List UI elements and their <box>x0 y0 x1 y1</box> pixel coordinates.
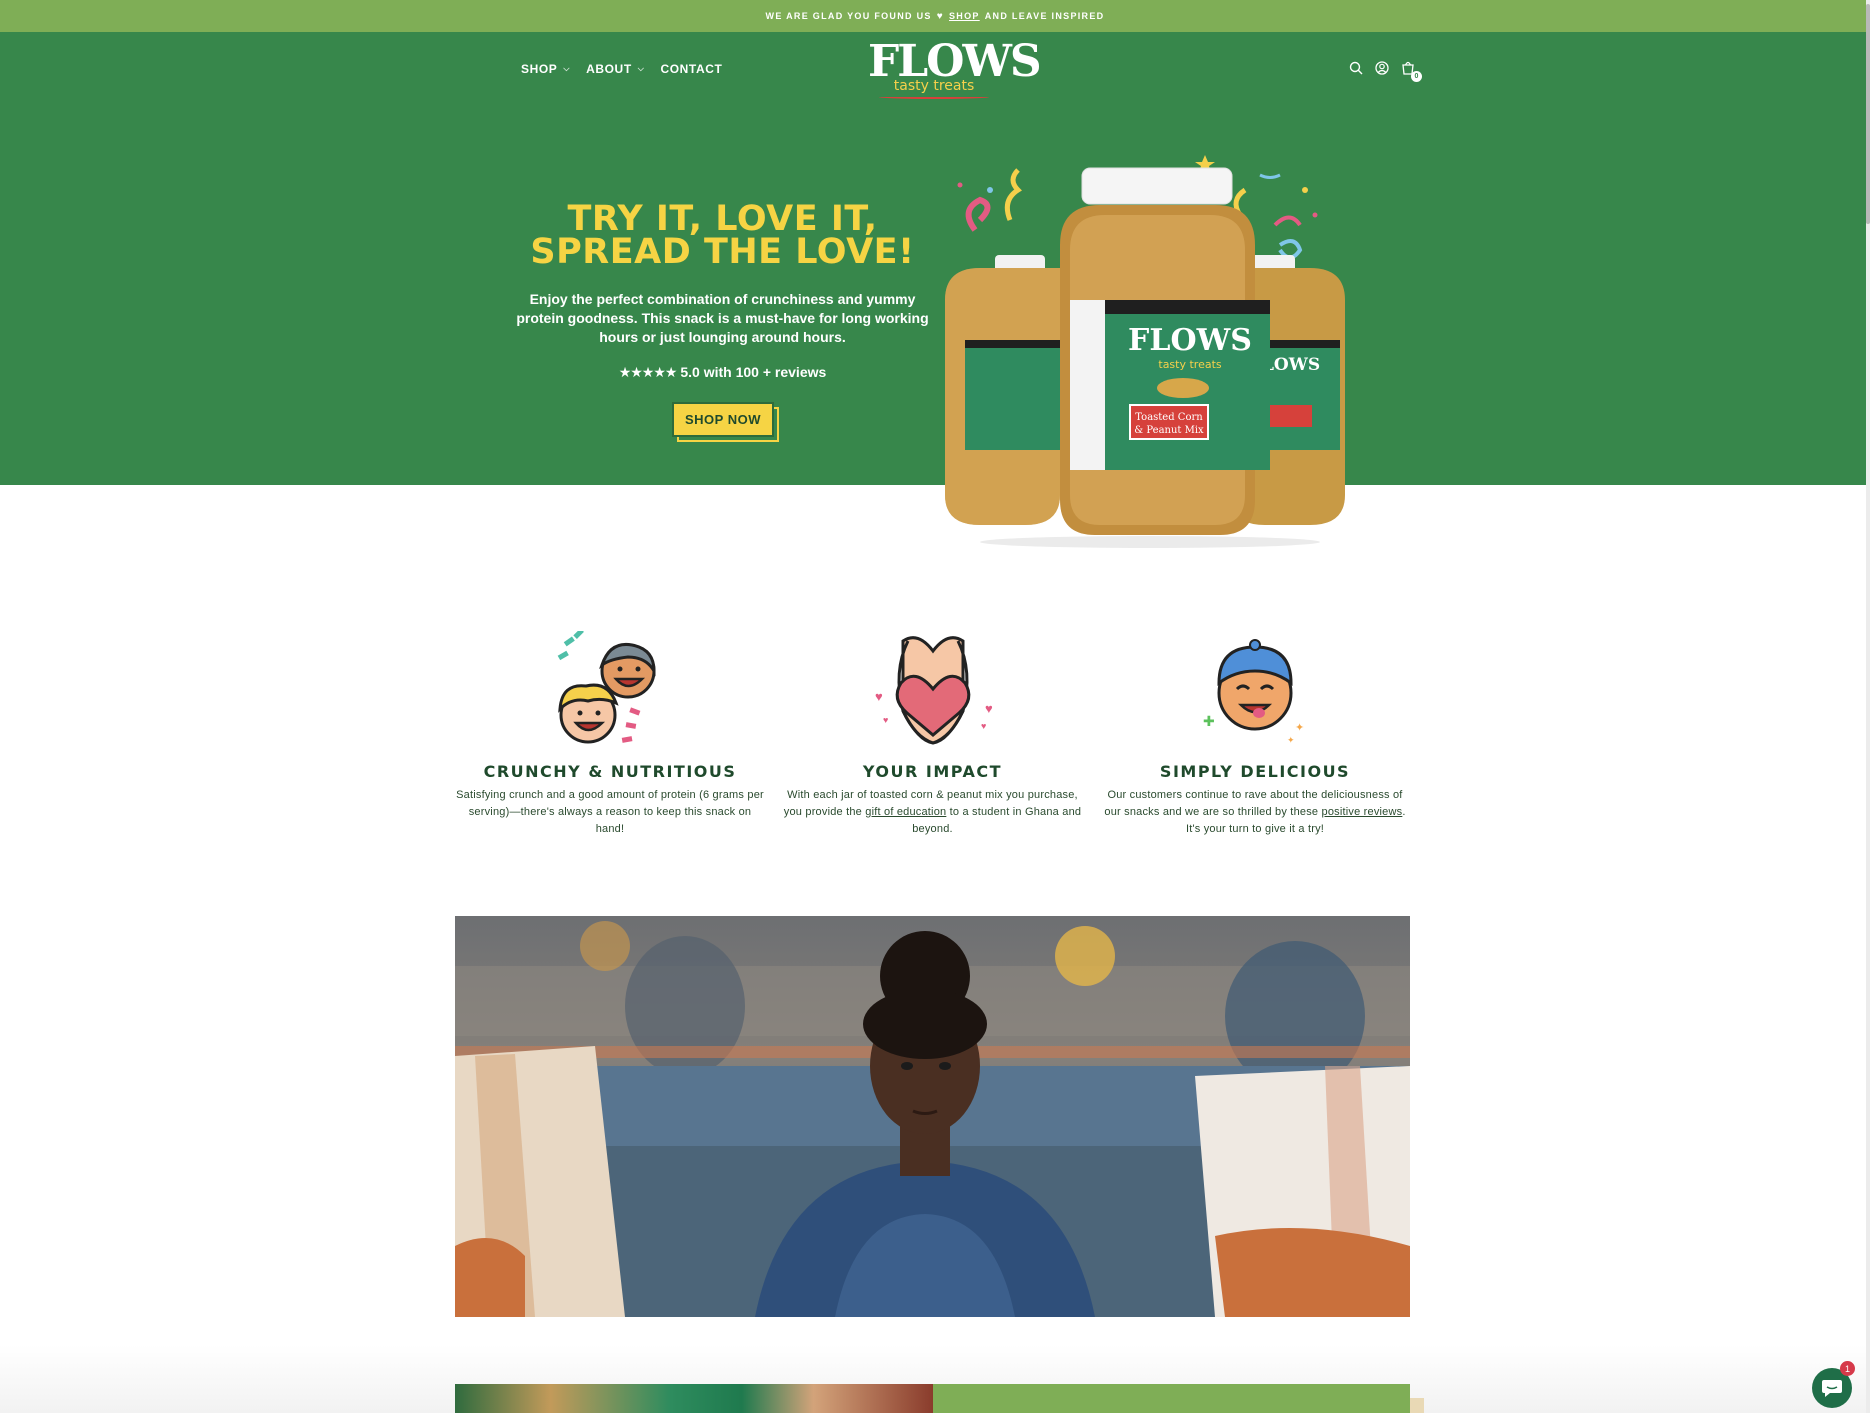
nav-item-label: ABOUT <box>586 62 632 76</box>
svg-text:♥: ♥ <box>985 701 993 716</box>
svg-text:✦: ✦ <box>1295 722 1304 734</box>
star-rating-icon: ★★★★★ <box>618 364 678 380</box>
gift-of-education-link[interactable]: gift of education <box>865 806 946 818</box>
main-nav: SHOP ⌵ ABOUT ⌵ CONTACT <box>521 62 722 76</box>
cart-icon[interactable]: 0 <box>1400 60 1422 82</box>
nav-item-about[interactable]: ABOUT ⌵ <box>586 62 644 76</box>
header-actions: 0 <box>1348 60 1422 82</box>
feature-crunchy: CRUNCHY & NUTRITIOUS Satisfying crunch a… <box>455 624 765 838</box>
search-icon[interactable] <box>1348 60 1364 76</box>
nav-item-shop[interactable]: SHOP ⌵ <box>521 62 570 76</box>
feature-text: Satisfying crunch and a good amount of p… <box>456 789 764 835</box>
scrollbar-thumb[interactable] <box>1866 4 1870 224</box>
chat-notification-badge: 1 <box>1840 1361 1855 1376</box>
heart-hands-icon: ♥ ♥ ♥ ♥ <box>778 624 1088 749</box>
page-scrollbar[interactable] <box>1866 0 1870 1413</box>
chat-bubble-icon <box>1822 1380 1842 1397</box>
announcement-bar: WE ARE GLAD YOU FOUND US ♥ SHOP AND LEAV… <box>0 0 1870 32</box>
svg-text:✦: ✦ <box>1287 735 1295 745</box>
feature-title: YOUR IMPACT <box>862 762 1003 781</box>
shop-now-button[interactable]: SHOP NOW <box>672 402 774 437</box>
jar-center-name-1: Toasted Corn <box>1135 412 1203 423</box>
cart-count-badge: 0 <box>1411 71 1422 82</box>
rating-text: 5.0 with 100 + reviews <box>680 364 827 380</box>
chevron-down-icon: ⌵ <box>637 64 645 73</box>
panel-edge <box>1410 1398 1424 1413</box>
jar-left <box>945 255 1060 525</box>
announcement-text-before: WE ARE GLAD YOU FOUND US <box>765 11 932 21</box>
svg-text:♥: ♥ <box>875 689 883 704</box>
yummy-face-icon: ✚ ✦ ✦ <box>1100 624 1410 749</box>
logo-wordmark: FLOWS <box>868 36 1042 87</box>
feature-impact: ♥ ♥ ♥ ♥ YOUR IMPACT With each jar of toa… <box>778 624 1088 838</box>
feature-text: Our customers continue to rave about the… <box>1100 787 1410 838</box>
hero-rating: ★★★★★ 5.0 with 100 + reviews <box>515 364 930 381</box>
product-photo-strip <box>455 1384 933 1413</box>
girl-on-sofa-photo <box>455 916 1410 1317</box>
feature-text: With each jar of toasted corn & peanut m… <box>778 787 1088 838</box>
brand-logo[interactable]: FLOWS tasty treats <box>868 36 1042 99</box>
svg-text:✚: ✚ <box>1203 713 1215 729</box>
svg-text:♥: ♥ <box>981 721 986 731</box>
promo-panel <box>933 1384 1410 1413</box>
announcement-text-after: AND LEAVE INSPIRED <box>984 11 1105 21</box>
jar-center-name-2: & Peanut Mix <box>1134 425 1204 436</box>
chevron-down-icon: ⌵ <box>563 64 571 73</box>
product-jars-image: FLOWS FLOWS tasty treats Toasted Corn & … <box>945 155 1345 548</box>
account-icon[interactable] <box>1374 60 1390 76</box>
svg-text:♥: ♥ <box>883 715 888 725</box>
hero-description: Enjoy the perfect combination of crunchi… <box>516 291 929 345</box>
hero-title: TRY IT, LOVE IT, SPREAD THE LOVE! <box>505 202 940 272</box>
jar-center: FLOWS tasty treats Toasted Corn & Peanut… <box>1060 167 1270 535</box>
feature-title: SIMPLY DELICIOUS <box>1159 762 1351 781</box>
features-row: CRUNCHY & NUTRITIOUS Satisfying crunch a… <box>455 624 1410 838</box>
jar-center-brand: FLOWS <box>1128 323 1252 358</box>
happy-kids-icon <box>455 624 765 749</box>
nav-item-label: CONTACT <box>660 62 723 76</box>
heart-icon: ♥ <box>936 10 944 22</box>
feature-delicious: ✚ ✦ ✦ SIMPLY DELICIOUS Our customers con… <box>1100 624 1410 838</box>
nav-item-label: SHOP <box>521 62 558 76</box>
hero-title-line2: SPREAD THE LOVE! <box>530 232 915 272</box>
jar-center-tagline: tasty treats <box>1158 358 1222 371</box>
logo-swish <box>879 95 989 99</box>
announcement-shop-link[interactable]: SHOP <box>949 11 980 21</box>
nav-item-contact[interactable]: CONTACT <box>660 62 722 76</box>
feature-title: CRUNCHY & NUTRITIOUS <box>483 762 737 781</box>
positive-reviews-link[interactable]: positive reviews <box>1322 806 1403 818</box>
